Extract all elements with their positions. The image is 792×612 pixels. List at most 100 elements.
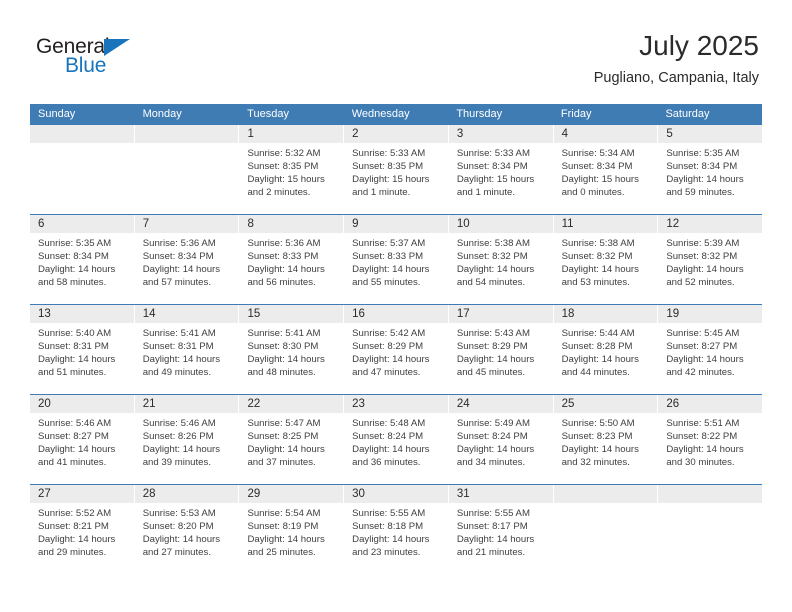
day-info-sunset: Sunset: 8:35 PM xyxy=(247,161,319,173)
day-info-daylight-2: and 36 minutes. xyxy=(352,457,421,469)
day-info-sunset: Sunset: 8:19 PM xyxy=(247,521,319,533)
day-info-sunset: Sunset: 8:32 PM xyxy=(561,251,633,263)
day-number: 10 xyxy=(448,215,553,233)
calendar-week-row: 20 Sunrise: 5:46 AM Sunset: 8:27 PM Dayligh… xyxy=(30,394,763,484)
calendar-day-cell[interactable]: 19 Sunrise: 5:45 AM Sunset: 8:27 PM Dayligh… xyxy=(658,305,763,394)
day-info: Sunrise: 5:50 AM Sunset: 8:23 PM Daylight:… xyxy=(554,413,658,469)
calendar-day-cell[interactable]: 25 Sunrise: 5:50 AM Sunset: 8:23 PM Dayligh… xyxy=(553,395,659,484)
calendar-day-cell[interactable]: 27 Sunrise: 5:52 AM Sunset: 8:21 PM Dayligh… xyxy=(30,485,135,574)
day-info-daylight-2: and 59 minutes. xyxy=(666,187,735,199)
day-info xyxy=(30,143,134,147)
calendar-day-cell[interactable]: 8 Sunrise: 5:36 AM Sunset: 8:33 PM Daylight… xyxy=(239,215,345,304)
day-info-daylight-1: Daylight: 14 hours xyxy=(142,444,221,456)
day-info: Sunrise: 5:34 AM Sunset: 8:34 PM Daylight:… xyxy=(554,143,658,199)
day-info-sunrise: Sunrise: 5:38 AM xyxy=(561,238,635,249)
calendar-day-cell[interactable]: 7 Sunrise: 5:36 AM Sunset: 8:34 PM Daylight… xyxy=(134,215,240,304)
calendar-day-cell-empty xyxy=(658,485,763,574)
weekday-header-tuesday: Tuesday xyxy=(247,108,289,120)
day-info-sunrise: Sunrise: 5:40 AM xyxy=(38,328,112,339)
calendar-day-cell[interactable]: 9 Sunrise: 5:37 AM Sunset: 8:33 PM Daylight… xyxy=(344,215,449,304)
day-info-daylight-1: Daylight: 14 hours xyxy=(666,264,744,276)
day-info-sunset: Sunset: 8:35 PM xyxy=(352,161,424,173)
day-info-sunrise: Sunrise: 5:55 AM xyxy=(352,508,426,519)
calendar-day-cell[interactable]: 24 Sunrise: 5:49 AM Sunset: 8:24 PM Dayligh… xyxy=(448,395,554,484)
day-number xyxy=(134,125,239,143)
day-info xyxy=(554,503,658,507)
page-title: July 2025 xyxy=(639,30,759,61)
day-info-sunrise: Sunrise: 5:44 AM xyxy=(561,328,635,339)
day-info-daylight-1: Daylight: 14 hours xyxy=(456,264,535,276)
day-info-daylight-2: and 23 minutes. xyxy=(352,547,421,559)
day-info-sunrise: Sunrise: 5:46 AM xyxy=(142,418,216,429)
day-info-daylight-1: Daylight: 14 hours xyxy=(247,534,325,546)
day-number: 24 xyxy=(448,395,553,413)
calendar-day-cell[interactable]: 16 Sunrise: 5:42 AM Sunset: 8:29 PM Dayligh… xyxy=(344,305,449,394)
calendar-day-cell[interactable]: 30 Sunrise: 5:55 AM Sunset: 8:18 PM Dayligh… xyxy=(344,485,449,574)
calendar-day-cell[interactable]: 11 Sunrise: 5:38 AM Sunset: 8:32 PM Dayligh… xyxy=(553,215,659,304)
day-info: Sunrise: 5:39 AM Sunset: 8:32 PM Daylight:… xyxy=(658,233,762,289)
day-info-sunset: Sunset: 8:22 PM xyxy=(666,431,738,443)
day-info: Sunrise: 5:42 AM Sunset: 8:29 PM Daylight:… xyxy=(344,323,448,379)
calendar-day-cell[interactable]: 10 Sunrise: 5:38 AM Sunset: 8:32 PM Dayligh… xyxy=(448,215,554,304)
day-info-daylight-2: and 56 minutes. xyxy=(247,277,316,289)
day-info: Sunrise: 5:41 AM Sunset: 8:31 PM Daylight:… xyxy=(135,323,239,379)
calendar-day-cell[interactable]: 31 Sunrise: 5:55 AM Sunset: 8:17 PM Dayligh… xyxy=(448,485,554,574)
title-block: July 2025 Pugliano, Campania, Italy xyxy=(594,30,759,88)
calendar-day-cell[interactable]: 14 Sunrise: 5:41 AM Sunset: 8:31 PM Dayligh… xyxy=(134,305,240,394)
day-info xyxy=(135,143,239,147)
day-info-daylight-1: Daylight: 14 hours xyxy=(38,444,116,456)
day-info: Sunrise: 5:53 AM Sunset: 8:20 PM Daylight:… xyxy=(135,503,239,559)
calendar-day-cell[interactable]: 20 Sunrise: 5:46 AM Sunset: 8:27 PM Dayligh… xyxy=(30,395,135,484)
day-info-sunset: Sunset: 8:17 PM xyxy=(456,521,528,533)
calendar-day-cell[interactable]: 15 Sunrise: 5:41 AM Sunset: 8:30 PM Dayligh… xyxy=(239,305,345,394)
day-info-sunset: Sunset: 8:27 PM xyxy=(666,341,738,353)
day-info-daylight-2: and 51 minutes. xyxy=(38,367,107,379)
day-info: Sunrise: 5:36 AM Sunset: 8:34 PM Daylight:… xyxy=(135,233,239,289)
day-number: 11 xyxy=(553,215,658,233)
day-info-daylight-2: and 57 minutes. xyxy=(142,277,211,289)
calendar-day-cell[interactable]: 28 Sunrise: 5:53 AM Sunset: 8:20 PM Dayligh… xyxy=(134,485,240,574)
day-number: 23 xyxy=(344,395,448,413)
day-info-sunset: Sunset: 8:31 PM xyxy=(142,341,214,353)
logo-general-blue[interactable]: General Blue xyxy=(36,36,166,82)
calendar-day-cell[interactable]: 26 Sunrise: 5:51 AM Sunset: 8:22 PM Dayligh… xyxy=(658,395,763,484)
calendar-day-cell[interactable]: 17 Sunrise: 5:43 AM Sunset: 8:29 PM Dayligh… xyxy=(448,305,554,394)
day-number: 4 xyxy=(553,125,658,143)
day-info-daylight-1: Daylight: 14 hours xyxy=(142,354,221,366)
day-info: Sunrise: 5:45 AM Sunset: 8:27 PM Daylight:… xyxy=(658,323,762,379)
calendar-day-cell[interactable]: 12 Sunrise: 5:39 AM Sunset: 8:32 PM Dayligh… xyxy=(658,215,763,304)
day-info-sunset: Sunset: 8:27 PM xyxy=(38,431,109,443)
calendar-day-cell[interactable]: 6 Sunrise: 5:35 AM Sunset: 8:34 PM Daylight… xyxy=(30,215,135,304)
day-info-sunrise: Sunrise: 5:55 AM xyxy=(456,508,530,519)
calendar-day-cell[interactable]: 4 Sunrise: 5:34 AM Sunset: 8:34 PM Daylight… xyxy=(553,125,659,214)
day-info-daylight-2: and 45 minutes. xyxy=(456,367,526,379)
calendar-day-cell[interactable]: 22 Sunrise: 5:47 AM Sunset: 8:25 PM Dayligh… xyxy=(239,395,345,484)
day-info-sunset: Sunset: 8:34 PM xyxy=(142,251,214,263)
calendar-day-cell[interactable]: 21 Sunrise: 5:46 AM Sunset: 8:26 PM Dayligh… xyxy=(134,395,240,484)
calendar-day-cell[interactable]: 13 Sunrise: 5:40 AM Sunset: 8:31 PM Dayligh… xyxy=(30,305,135,394)
day-info-daylight-2: and 37 minutes. xyxy=(247,457,316,469)
day-info-sunrise: Sunrise: 5:51 AM xyxy=(666,418,740,429)
calendar-day-cell[interactable]: 3 Sunrise: 5:33 AM Sunset: 8:34 PM Daylight… xyxy=(448,125,554,214)
day-number: 25 xyxy=(553,395,658,413)
day-info-sunset: Sunset: 8:24 PM xyxy=(456,431,528,443)
calendar-day-cell[interactable]: 2 Sunrise: 5:33 AM Sunset: 8:35 PM Daylight… xyxy=(344,125,449,214)
day-info-daylight-2: and 49 minutes. xyxy=(142,367,211,379)
day-number: 2 xyxy=(344,125,448,143)
calendar-day-cell[interactable]: 1 Sunrise: 5:32 AM Sunset: 8:35 PM Daylight… xyxy=(239,125,345,214)
calendar-day-cell[interactable]: 5 Sunrise: 5:35 AM Sunset: 8:34 PM Daylight… xyxy=(658,125,763,214)
calendar-day-cell[interactable]: 23 Sunrise: 5:48 AM Sunset: 8:24 PM Dayligh… xyxy=(344,395,449,484)
day-info-daylight-2: and 42 minutes. xyxy=(666,367,735,379)
day-info-daylight-2: and 0 minutes. xyxy=(561,187,625,199)
calendar-day-cell[interactable]: 18 Sunrise: 5:44 AM Sunset: 8:28 PM Dayligh… xyxy=(553,305,659,394)
day-info-daylight-1: Daylight: 14 hours xyxy=(247,444,325,456)
day-info-sunrise: Sunrise: 5:36 AM xyxy=(142,238,216,249)
day-info-daylight-2: and 39 minutes. xyxy=(142,457,211,469)
day-number: 28 xyxy=(134,485,239,503)
day-info-sunset: Sunset: 8:34 PM xyxy=(456,161,528,173)
day-info-daylight-1: Daylight: 14 hours xyxy=(38,264,116,276)
weekday-header-sunday: Sunday xyxy=(38,108,76,120)
day-info-sunrise: Sunrise: 5:34 AM xyxy=(561,148,635,159)
calendar-day-cell[interactable]: 29 Sunrise: 5:54 AM Sunset: 8:19 PM Dayligh… xyxy=(239,485,345,574)
day-info: Sunrise: 5:54 AM Sunset: 8:19 PM Daylight:… xyxy=(239,503,343,559)
